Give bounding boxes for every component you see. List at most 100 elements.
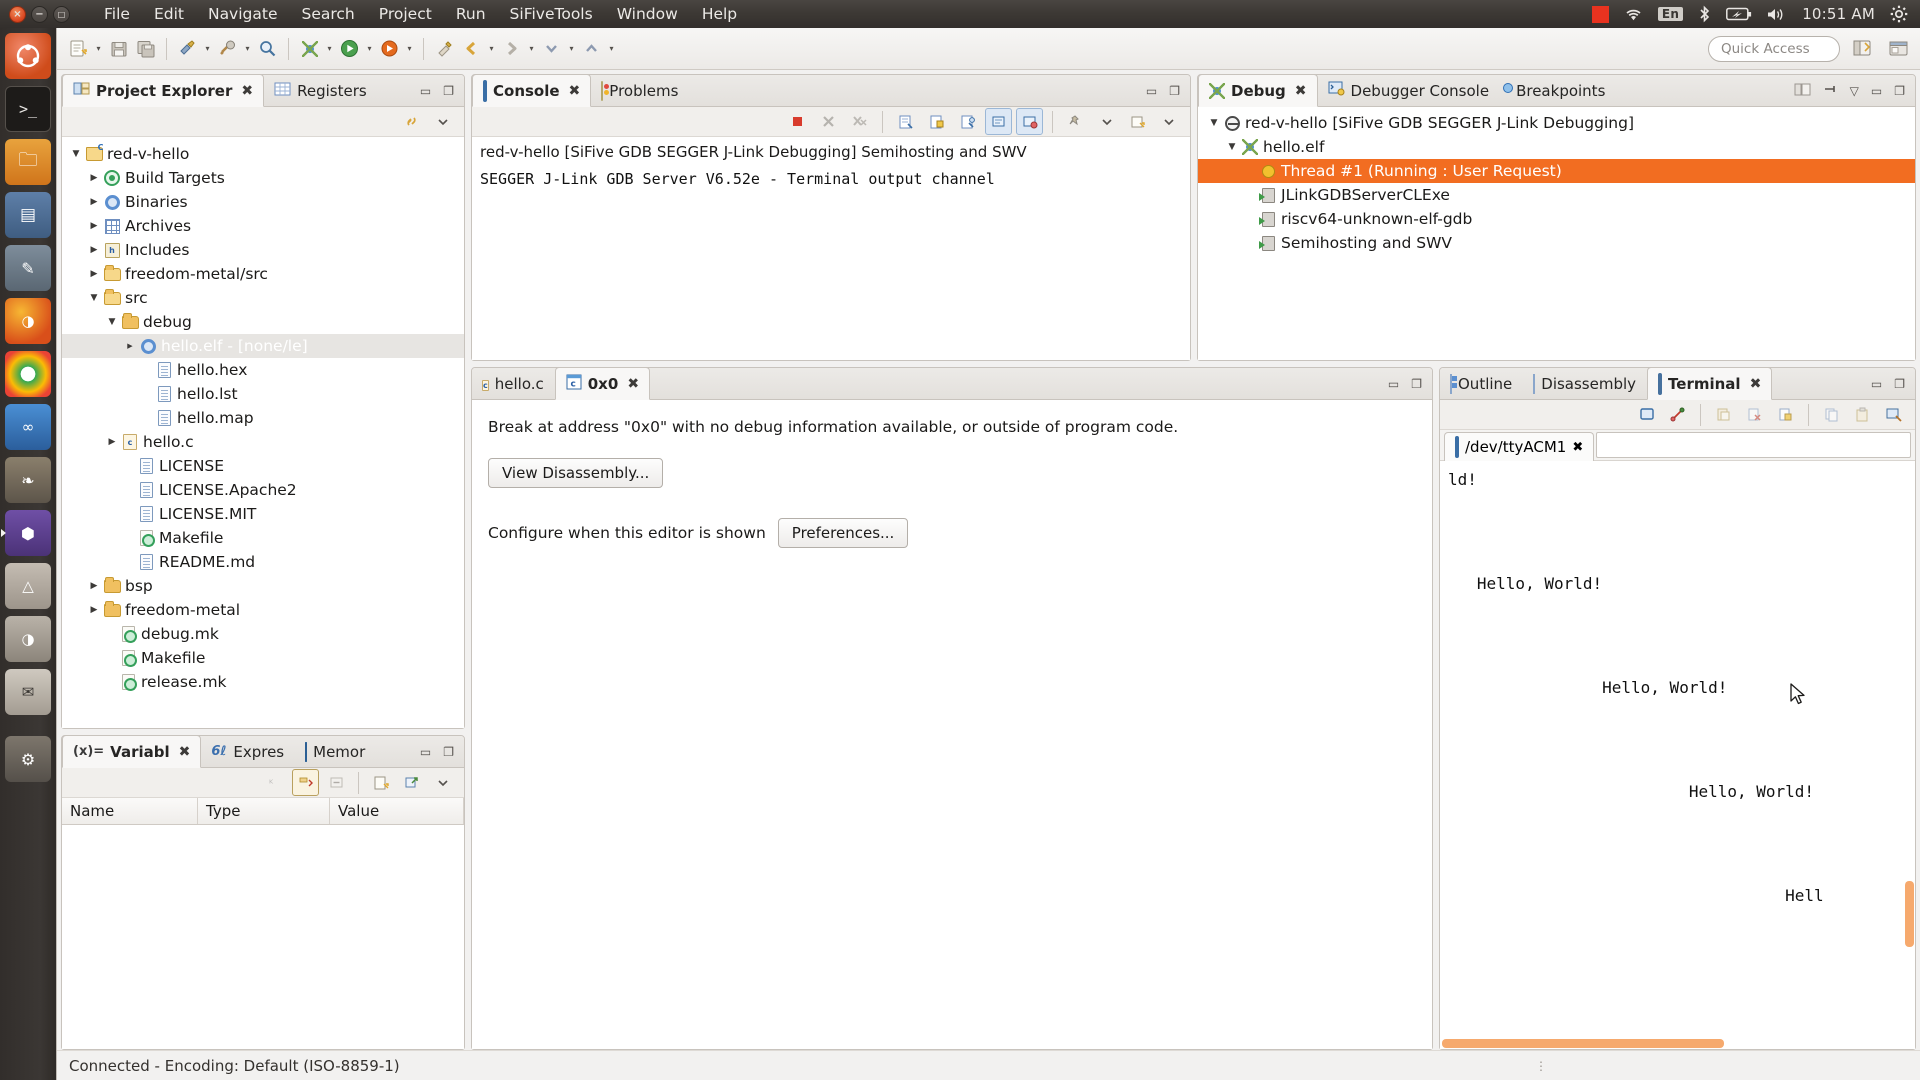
- twisty-right-icon[interactable]: ▶: [86, 221, 102, 231]
- save-all-icon[interactable]: [132, 35, 159, 62]
- save-icon[interactable]: [105, 35, 132, 62]
- minimize-window-button[interactable]: −: [31, 6, 48, 23]
- recording-indicator-icon[interactable]: [1592, 6, 1609, 23]
- tab-registers[interactable]: Registers: [264, 75, 378, 106]
- tree-item-binaries[interactable]: ▶ Binaries: [62, 190, 464, 214]
- run-icon[interactable]: [336, 35, 363, 62]
- next-annotation-dropdown-icon[interactable]: ▾: [565, 35, 578, 62]
- tab-hello-c[interactable]: c hello.c: [472, 368, 555, 399]
- tree-item-hello-hex[interactable]: hello.hex: [62, 358, 464, 382]
- twisty-down-icon[interactable]: ▼: [86, 293, 102, 303]
- debug-node-semihosting[interactable]: Semihosting and SWV: [1198, 231, 1915, 255]
- perspective-switcher-icon[interactable]: [1884, 36, 1912, 62]
- launcher-archive-manager[interactable]: ▤: [5, 192, 51, 238]
- menu-help[interactable]: Help: [690, 2, 749, 26]
- twisty-down-icon[interactable]: ▼: [104, 317, 120, 327]
- terminal-output-area[interactable]: ld! Hello, World! Hello, World! Hello, W…: [1440, 461, 1915, 1049]
- link-with-editor-icon[interactable]: [398, 108, 425, 135]
- tree-item-license-apache2[interactable]: LICENSE.Apache2: [62, 478, 464, 502]
- launcher-system-settings[interactable]: ⚙: [5, 736, 51, 782]
- show-logical-structure-icon[interactable]: [292, 769, 319, 796]
- minimize-icon[interactable]: ▭: [1146, 85, 1157, 97]
- show-type-names-icon[interactable]: ᴷ: [261, 769, 288, 796]
- launcher-firefox[interactable]: ◑: [5, 298, 51, 344]
- scroll-lock-icon[interactable]: [1772, 401, 1799, 428]
- console-dropdown-icon[interactable]: [1093, 108, 1120, 135]
- debug-node-jlink-server[interactable]: JLinkGDBServerCLExe: [1198, 183, 1915, 207]
- debug-node-launch[interactable]: ▼ red-v-hello [SiFive GDB SEGGER J-Link …: [1198, 111, 1915, 135]
- display-selected-console-icon[interactable]: [985, 108, 1012, 135]
- menu-file[interactable]: File: [92, 2, 142, 26]
- minimize-icon[interactable]: ▭: [420, 746, 431, 758]
- tree-item-hello-lst[interactable]: hello.lst: [62, 382, 464, 406]
- previous-annotation-icon[interactable]: [578, 35, 605, 62]
- volume-icon[interactable]: [1767, 7, 1787, 22]
- tree-item-makefile-src[interactable]: Makefile: [62, 526, 464, 550]
- twisty-right-icon[interactable]: ▶: [86, 605, 102, 615]
- terminal-connection-tab[interactable]: /dev/ttyACM1 ✖: [1444, 432, 1594, 461]
- minimize-icon[interactable]: ▭: [1388, 378, 1399, 390]
- back-dropdown-icon[interactable]: ▾: [485, 35, 498, 62]
- menu-sifivetools[interactable]: SiFiveTools: [498, 2, 605, 26]
- new-wizard-icon[interactable]: [65, 35, 92, 62]
- launcher-text-editor[interactable]: ✎: [5, 245, 51, 291]
- quick-access-input[interactable]: Quick Access: [1708, 36, 1840, 62]
- project-explorer-body[interactable]: ▼ red-v-hello ▶ Build Targets ▶: [62, 137, 464, 728]
- battery-icon[interactable]: [1726, 7, 1752, 21]
- close-icon[interactable]: ✖: [179, 744, 191, 760]
- console-body[interactable]: red-v-hello [SiFive GDB SEGGER J-Link De…: [472, 137, 1190, 360]
- terminal-vertical-scrollbar[interactable]: [1905, 881, 1914, 947]
- close-window-button[interactable]: ×: [9, 6, 26, 23]
- column-header-name[interactable]: Name: [62, 798, 198, 824]
- debug-node-hello-elf[interactable]: ▼ hello.elf: [1198, 135, 1915, 159]
- tree-item-src[interactable]: ▼ src: [62, 286, 464, 310]
- tab-variables[interactable]: (x)= Variabl ✖: [62, 735, 201, 768]
- gear-icon[interactable]: [1890, 5, 1908, 23]
- menu-project[interactable]: Project: [367, 2, 444, 26]
- link-icon[interactable]: [398, 769, 425, 796]
- previous-annotation-dropdown-icon[interactable]: ▾: [605, 35, 618, 62]
- launcher-gimp[interactable]: ❧: [5, 457, 51, 503]
- build-config-dropdown-icon[interactable]: ▾: [241, 35, 254, 62]
- pin-console-icon[interactable]: [954, 108, 981, 135]
- maximize-icon[interactable]: ❐: [1894, 85, 1905, 97]
- twisty-right-icon[interactable]: ▶: [104, 437, 120, 447]
- keyboard-layout-indicator[interactable]: En: [1658, 7, 1683, 21]
- terminal-horizontal-scrollbar[interactable]: [1442, 1039, 1724, 1048]
- tree-item-license[interactable]: LICENSE: [62, 454, 464, 478]
- close-icon[interactable]: ✖: [1750, 376, 1762, 392]
- forward-icon[interactable]: [498, 35, 525, 62]
- view-disassembly-button[interactable]: View Disassembly...: [488, 458, 663, 488]
- tab-debug[interactable]: Debug ✖: [1198, 74, 1318, 107]
- column-header-type[interactable]: Type: [198, 798, 330, 824]
- terminal-settings-icon[interactable]: [1880, 401, 1907, 428]
- close-icon[interactable]: ✖: [1295, 83, 1307, 99]
- launcher-software-center[interactable]: △: [5, 563, 51, 609]
- twisty-right-icon[interactable]: ▶: [86, 245, 102, 255]
- menu-search[interactable]: Search: [290, 2, 367, 26]
- next-annotation-icon[interactable]: [538, 35, 565, 62]
- external-tools-icon[interactable]: [376, 35, 403, 62]
- remove-launch-icon[interactable]: [815, 108, 842, 135]
- maximize-icon[interactable]: ❐: [443, 746, 454, 758]
- tree-item-release-mk[interactable]: release.mk: [62, 670, 464, 694]
- twisty-right-icon[interactable]: ▶: [122, 342, 138, 350]
- tree-item-freedom-metal[interactable]: ▶ freedom-metal: [62, 598, 464, 622]
- tab-outline[interactable]: Outline: [1440, 368, 1523, 399]
- view-menu-icon[interactable]: [429, 108, 456, 135]
- menu-edit[interactable]: Edit: [142, 2, 196, 26]
- debug-icon[interactable]: [296, 35, 323, 62]
- twisty-down-icon[interactable]: ▼: [1206, 118, 1222, 128]
- tree-item-hello-elf[interactable]: ▶ hello.elf - [none/le]: [62, 334, 464, 358]
- collapse-all-icon[interactable]: [323, 769, 350, 796]
- new-terminal-icon[interactable]: [1633, 401, 1660, 428]
- menu-run[interactable]: Run: [444, 2, 498, 26]
- back-icon[interactable]: [458, 35, 485, 62]
- tree-item-archives[interactable]: ▶ Archives: [62, 214, 464, 238]
- tree-item-red-v-hello[interactable]: ▼ red-v-hello: [62, 142, 464, 166]
- variables-body[interactable]: Name Type Value: [62, 798, 464, 1049]
- new-console-view-icon[interactable]: [1124, 108, 1151, 135]
- pin-view-icon[interactable]: [1823, 82, 1838, 99]
- view-menu-icon[interactable]: [429, 769, 456, 796]
- tab-disassembly[interactable]: Disassembly: [1523, 368, 1647, 399]
